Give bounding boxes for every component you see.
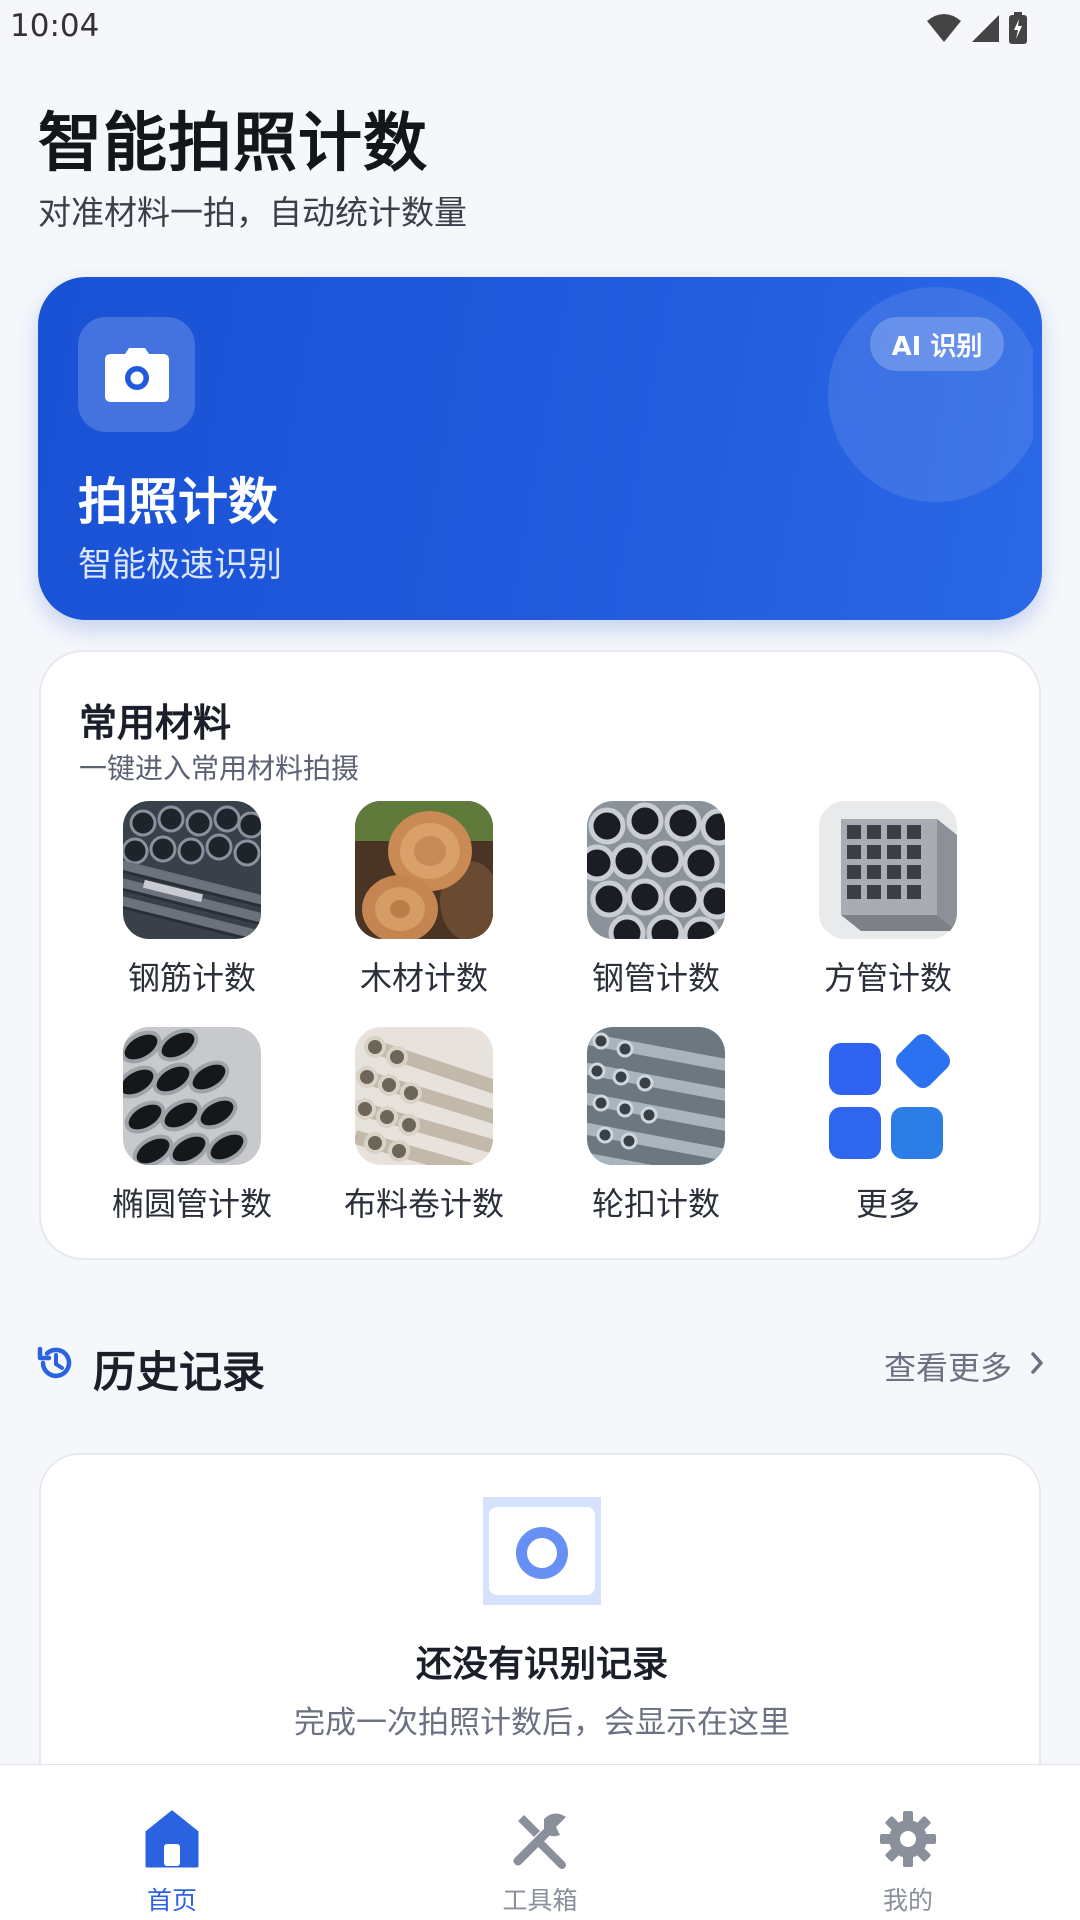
empty-history-card: 还没有识别记录 完成一次拍照计数后，会显示在这里 bbox=[39, 1453, 1041, 1813]
battery-icon bbox=[1009, 12, 1027, 44]
oval-tube-thumbnail bbox=[123, 1027, 261, 1165]
steel-pipe-thumbnail bbox=[587, 801, 725, 939]
history-title: 历史记录 bbox=[93, 1348, 265, 1398]
home-icon bbox=[142, 1809, 202, 1869]
history-icon bbox=[37, 1346, 72, 1379]
ai-badge: AI 识别 bbox=[870, 317, 1004, 371]
material-timber[interactable]: 木材计数 bbox=[308, 801, 540, 1001]
material-label: 布料卷计数 bbox=[343, 1185, 504, 1223]
more-apps-icon bbox=[819, 1027, 957, 1165]
material-oval-tube[interactable]: 椭圆管计数 bbox=[76, 1027, 308, 1227]
material-label: 木材计数 bbox=[359, 959, 488, 997]
photo-count-card[interactable]: AI 识别 拍照计数 智能极速识别 bbox=[38, 277, 1042, 620]
nav-label: 首页 bbox=[146, 1886, 197, 1915]
material-label: 椭圆管计数 bbox=[111, 1185, 272, 1223]
signal-icon bbox=[972, 15, 999, 42]
materials-title: 常用材料 bbox=[79, 701, 232, 745]
wifi-icon bbox=[927, 14, 961, 42]
scaffold-pipe-thumbnail bbox=[587, 1027, 725, 1165]
nav-profile[interactable]: 我的 bbox=[808, 1765, 1008, 1920]
chevron-right-icon[interactable] bbox=[1030, 1351, 1044, 1375]
material-rebar[interactable]: 钢筋计数 bbox=[76, 801, 308, 1001]
hero-title: 拍照计数 bbox=[78, 473, 278, 531]
material-more[interactable]: 更多 bbox=[772, 1027, 1004, 1227]
camera-placeholder-icon bbox=[483, 1497, 601, 1605]
empty-title: 还没有识别记录 bbox=[415, 1644, 668, 1685]
nav-home[interactable]: 首页 bbox=[72, 1765, 272, 1920]
gear-icon bbox=[878, 1809, 938, 1869]
material-label: 方管计数 bbox=[823, 959, 952, 997]
page-title: 智能拍照计数 bbox=[38, 107, 428, 181]
materials-subtitle: 一键进入常用材料拍摄 bbox=[79, 752, 360, 785]
material-label: 钢筋计数 bbox=[127, 959, 256, 997]
hero-subtitle: 智能极速识别 bbox=[78, 545, 282, 585]
tools-icon bbox=[510, 1809, 570, 1869]
material-square-tube[interactable]: 方管计数 bbox=[772, 801, 1004, 1001]
nav-tools[interactable]: 工具箱 bbox=[440, 1765, 640, 1920]
timber-thumbnail bbox=[355, 801, 493, 939]
bottom-nav: 首页 工具箱 我的 bbox=[0, 1764, 1080, 1920]
materials-card: 常用材料 一键进入常用材料拍摄 钢筋计数 木材计数 钢管计数 方管计数 椭圆管计… bbox=[39, 650, 1041, 1260]
material-label: 轮扣计数 bbox=[591, 1185, 720, 1223]
material-steel-pipe[interactable]: 钢管计数 bbox=[540, 801, 772, 1001]
material-fabric-roll[interactable]: 布料卷计数 bbox=[308, 1027, 540, 1227]
status-bar: 10:04 bbox=[0, 0, 1080, 60]
camera-icon bbox=[78, 317, 195, 432]
nav-label: 我的 bbox=[882, 1886, 933, 1915]
status-time: 10:04 bbox=[10, 8, 100, 44]
material-scaffold[interactable]: 轮扣计数 bbox=[540, 1027, 772, 1227]
page-subtitle: 对准材料一拍，自动统计数量 bbox=[38, 193, 467, 232]
empty-subtitle: 完成一次拍照计数后，会显示在这里 bbox=[294, 1705, 790, 1741]
nav-label: 工具箱 bbox=[502, 1886, 578, 1915]
rebar-thumbnail bbox=[123, 801, 261, 939]
material-label: 钢管计数 bbox=[591, 959, 720, 997]
material-label: 更多 bbox=[855, 1185, 920, 1223]
status-icons bbox=[926, 12, 1028, 44]
view-more-link[interactable]: 查看更多 bbox=[884, 1343, 1012, 1389]
square-tube-thumbnail bbox=[819, 801, 957, 939]
fabric-roll-thumbnail bbox=[355, 1027, 493, 1165]
